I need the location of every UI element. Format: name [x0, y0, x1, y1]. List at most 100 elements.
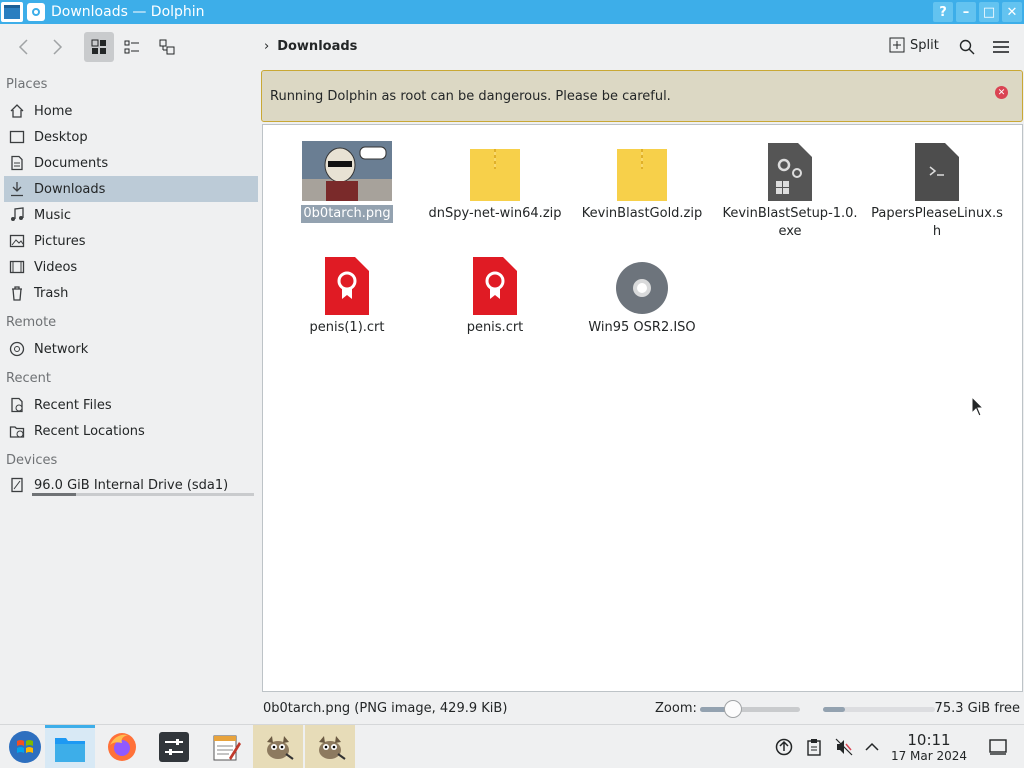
sidebar-item-trash[interactable]: Trash — [4, 280, 258, 306]
file-item[interactable]: penis.crt — [425, 249, 565, 337]
maximize-button[interactable]: □ — [979, 2, 999, 22]
sidebar-item-network[interactable]: Network — [4, 336, 258, 362]
recent-header: Recent — [6, 371, 51, 386]
drive-usage-fill — [32, 493, 77, 496]
sidebar-item-recent-files[interactable]: Recent Files — [4, 392, 258, 418]
icons-view-button[interactable] — [84, 32, 114, 62]
help-button[interactable]: ? — [933, 2, 953, 22]
sidebar-item-label: Downloads — [34, 181, 106, 197]
tray-expand-chevron-icon[interactable] — [862, 737, 882, 757]
recent-files-icon — [8, 396, 26, 414]
back-button[interactable] — [9, 32, 39, 62]
breadcrumb-current[interactable]: Downloads — [277, 39, 357, 54]
search-icon — [959, 39, 975, 55]
notepad-icon — [213, 735, 241, 761]
gimp-icon — [267, 736, 294, 760]
taskbar-gimp-1[interactable] — [253, 725, 303, 768]
music-icon — [8, 206, 26, 224]
split-button[interactable]: Split — [889, 37, 939, 53]
file-name: 0b0tarch.png — [301, 205, 393, 223]
banner-close-icon[interactable]: ✕ — [995, 86, 1008, 99]
file-item[interactable]: 0b0tarch.png — [277, 135, 417, 223]
sidebar-item-label: Home — [34, 103, 73, 119]
zoom-slider[interactable] — [700, 700, 800, 718]
digital-clock[interactable]: 10:11 17 Mar 2024 — [884, 731, 974, 763]
zoom-slider-handle[interactable] — [724, 700, 742, 718]
file-view[interactable]: 0b0tarch.png dnSpy-net-win64.zip KevinBl… — [262, 124, 1023, 692]
file-item[interactable]: dnSpy-net-win64.zip — [425, 135, 565, 223]
disc-image-icon — [616, 262, 668, 314]
search-button[interactable] — [952, 32, 982, 62]
taskbar-text-editor[interactable] — [201, 725, 251, 768]
volume-muted-tray-icon[interactable] — [834, 737, 854, 757]
clipboard-tray-icon[interactable] — [804, 737, 824, 757]
windows-start-icon — [9, 731, 41, 763]
clock-time: 10:11 — [907, 731, 951, 749]
root-warning-banner: Running Dolphin as root can be dangerous… — [261, 70, 1023, 122]
split-label: Split — [910, 37, 939, 53]
taskbar-firefox[interactable] — [97, 725, 147, 768]
certificate-icon — [473, 257, 517, 315]
sidebar-item-label: Desktop — [34, 129, 88, 145]
image-thumbnail-icon — [302, 141, 392, 201]
sidebar-item-pictures[interactable]: Pictures — [4, 228, 258, 254]
sidebar-item-recent-locations[interactable]: Recent Locations — [4, 418, 258, 444]
sidebar-item-home[interactable]: Home — [4, 98, 258, 124]
sidebar-item-label: Trash — [34, 285, 69, 301]
forward-button[interactable] — [42, 32, 72, 62]
drive-icon — [8, 476, 26, 494]
taskbar: 10:11 17 Mar 2024 — [0, 724, 1024, 768]
minimize-button[interactable]: – — [956, 2, 976, 22]
sidebar-item-label: Videos — [34, 259, 78, 275]
updates-tray-icon[interactable] — [774, 737, 794, 757]
network-icon — [8, 340, 26, 358]
file-item[interactable]: KevinBlastGold.zip — [572, 135, 712, 223]
recent-locations-icon — [8, 422, 26, 440]
sidebar-item-label: Pictures — [34, 233, 86, 249]
breadcrumb[interactable]: › Downloads — [264, 39, 357, 54]
details-view-button[interactable] — [152, 32, 182, 62]
sidebar-item-desktop[interactable]: Desktop — [4, 124, 258, 150]
close-button[interactable]: ✕ — [1002, 2, 1022, 22]
dolphin-app-icon — [4, 5, 20, 19]
show-desktop-icon[interactable] — [988, 737, 1008, 757]
compact-view-button[interactable] — [117, 32, 147, 62]
folder-icon — [55, 737, 85, 762]
devices-header: Devices — [6, 453, 58, 468]
downloads-icon — [8, 180, 26, 198]
file-item[interactable]: PapersPleaseLinux.sh — [867, 135, 1007, 241]
hamburger-menu-icon — [993, 41, 1009, 53]
file-name: PapersPleaseLinux.sh — [871, 206, 1003, 239]
shell-script-icon — [915, 143, 959, 201]
taskbar-system-settings[interactable] — [149, 725, 199, 768]
file-item[interactable]: KevinBlastSetup-1.0.exe — [720, 135, 860, 241]
pin-icon[interactable] — [27, 3, 45, 21]
taskbar-dolphin[interactable] — [45, 725, 95, 768]
banner-message: Running Dolphin as root can be dangerous… — [270, 88, 671, 104]
split-icon — [889, 37, 905, 53]
start-menu-button[interactable] — [0, 725, 50, 768]
sidebar-item-videos[interactable]: Videos — [4, 254, 258, 280]
places-header: Places — [6, 77, 48, 92]
desktop-icon — [8, 128, 26, 146]
sidebar-item-label: Music — [34, 207, 71, 223]
gimp-icon — [319, 736, 346, 760]
sidebar-item-music[interactable]: Music — [4, 202, 258, 228]
file-item[interactable]: Win95 OSR2.ISO — [572, 249, 712, 337]
taskbar-gimp-2[interactable] — [305, 725, 355, 768]
hamburger-menu-button[interactable] — [986, 32, 1016, 62]
file-name: penis(1).crt — [309, 320, 385, 335]
sidebar-item-label: Recent Files — [34, 397, 112, 413]
zoom-label: Zoom: — [655, 701, 697, 716]
window-title: Downloads — Dolphin — [51, 4, 205, 20]
sidebar-item-label: Network — [34, 341, 89, 357]
toolbar: › Downloads Split — [0, 24, 1024, 70]
sidebar-item-documents[interactable]: Documents — [4, 150, 258, 176]
back-arrow-icon — [18, 39, 28, 55]
window-menu-button[interactable] — [1, 2, 23, 22]
trash-icon — [8, 284, 26, 302]
sidebar-item-downloads[interactable]: Downloads — [4, 176, 258, 202]
videos-icon — [8, 258, 26, 276]
file-item[interactable]: penis(1).crt — [277, 249, 417, 337]
places-panel: Places Home Desktop Documents Downloads … — [0, 72, 258, 692]
